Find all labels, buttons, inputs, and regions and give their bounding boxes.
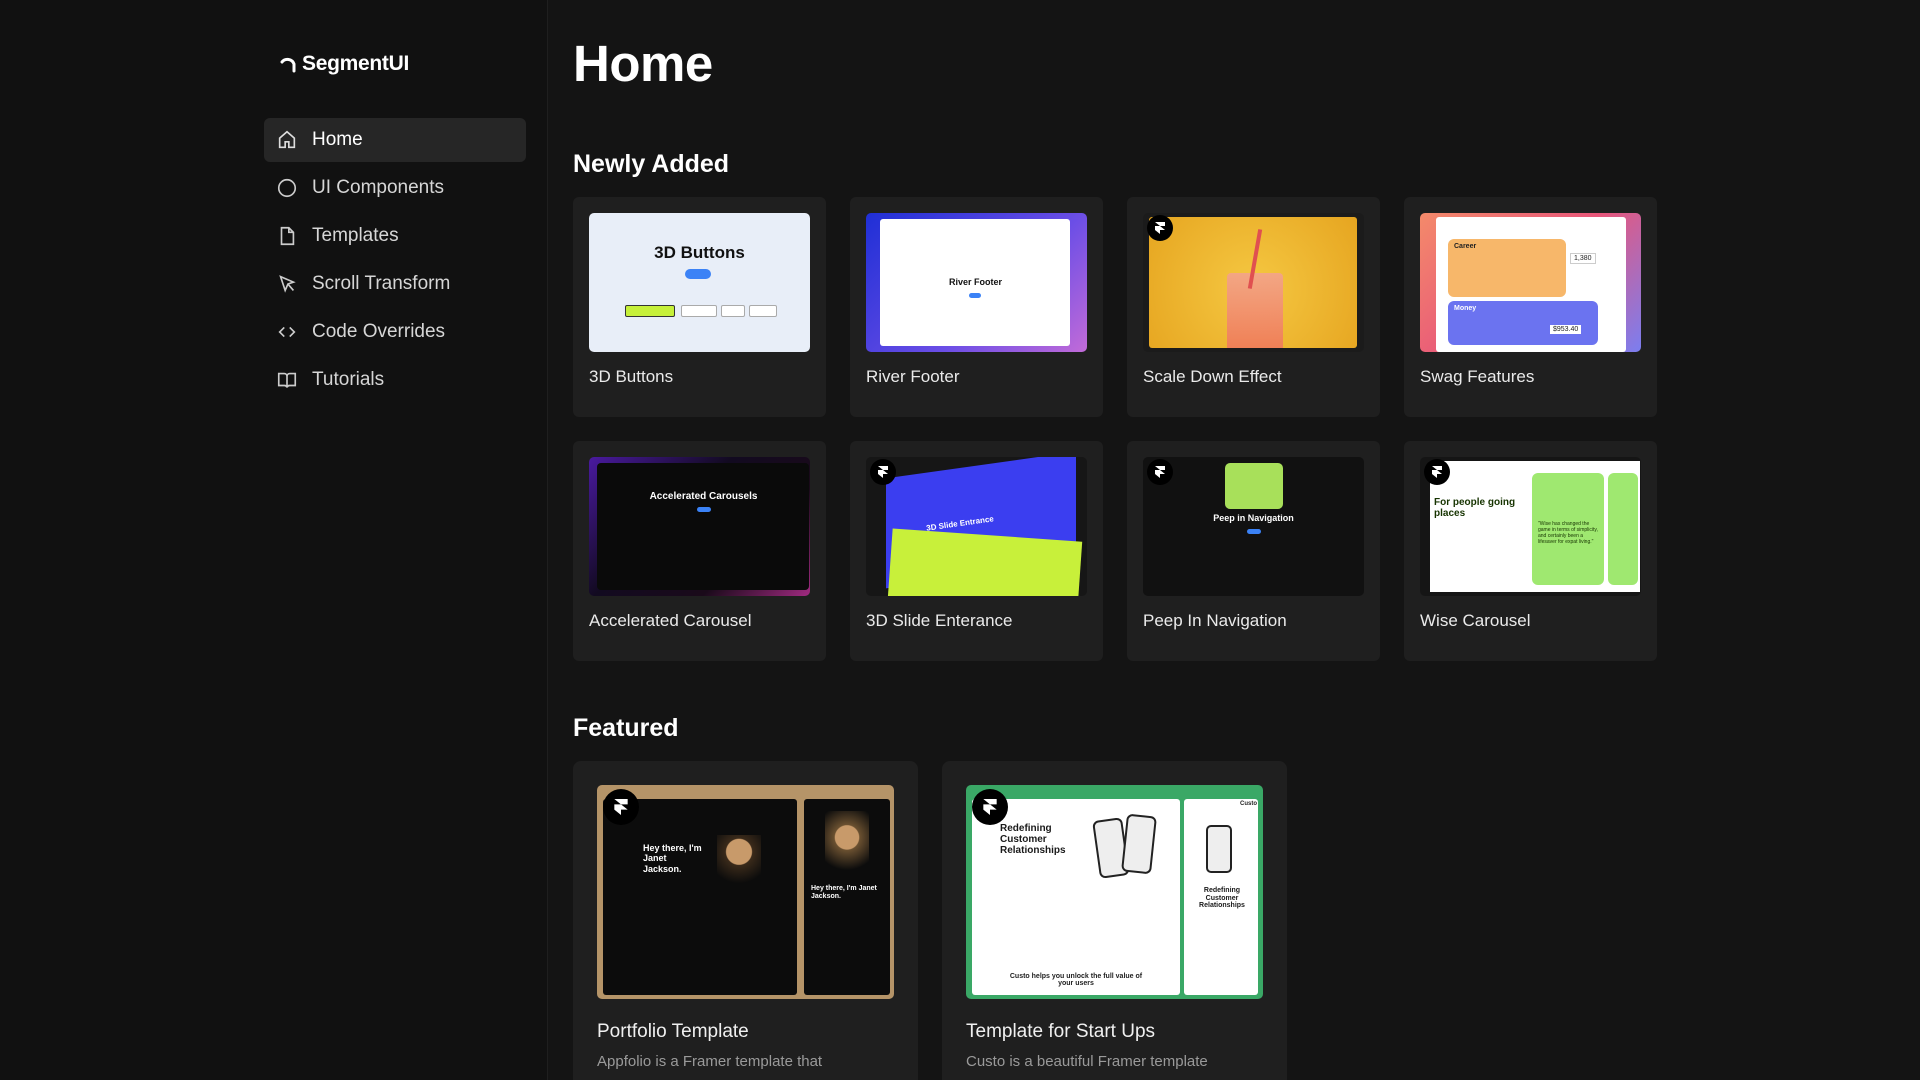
sidebar-item-home[interactable]: Home <box>264 118 526 162</box>
thumb-brand: Custo <box>1240 801 1257 807</box>
page-title: Home <box>573 35 713 92</box>
featured-card-startups[interactable]: Redefining Customer Relationships Custo … <box>942 761 1287 1080</box>
thumb-menu <box>1225 463 1283 509</box>
featured-title: Template for Start Ups <box>966 1021 1156 1042</box>
featured-title: Portfolio Template <box>597 1021 749 1042</box>
card-label: Wise Carousel <box>1420 611 1531 630</box>
book-icon <box>277 372 297 388</box>
thumb-button <box>721 305 745 317</box>
sidebar-item-code-overrides[interactable]: Code Overrides <box>264 310 526 354</box>
card-label: 3D Buttons <box>589 367 674 386</box>
newly-added-heading: Newly Added <box>573 150 730 178</box>
thumb-quote-card <box>1608 473 1638 585</box>
file-icon <box>280 226 295 246</box>
framer-icon <box>972 789 1008 825</box>
sidebar-item-ui-components[interactable]: UI Components <box>264 166 526 210</box>
thumb-text: Money <box>1454 305 1477 312</box>
card-thumbnail <box>1143 213 1364 352</box>
card-label: Scale Down Effect <box>1143 367 1282 386</box>
thumb-page <box>597 463 809 590</box>
thumb-title: For people going places <box>1434 497 1516 519</box>
thumb-title: Hey there, I'm Janet Jackson. <box>811 885 877 901</box>
thumb-text: 1,380 <box>1570 253 1596 264</box>
cursor-icon <box>279 275 296 293</box>
sidebar-item-label: Tutorials <box>312 369 385 390</box>
thumb-button <box>749 305 777 317</box>
app-logo[interactable]: SegmentUI <box>278 52 409 76</box>
card-thumbnail: 3D Buttons <box>589 213 810 352</box>
sidebar-item-label: Code Overrides <box>312 321 446 342</box>
thumb-portrait <box>717 835 761 891</box>
card-thumbnail: Peep in Navigation <box>1143 457 1364 596</box>
card-thumbnail: Accelerated Carousels <box>589 457 810 596</box>
card-swag-features[interactable]: Career 1,380 Money $953.40 Swag Features <box>1404 197 1657 417</box>
thumb-portrait <box>825 811 869 877</box>
sidebar-item-label: UI Components <box>312 177 445 198</box>
logo-arc-icon <box>280 57 296 73</box>
thumb-phone <box>1121 813 1157 875</box>
thumb-subtitle: Custo helps you unlock the full value of… <box>1009 973 1143 987</box>
framer-icon <box>603 789 639 825</box>
thumb-page <box>603 799 797 995</box>
thumb-glass <box>1227 273 1283 348</box>
card-thumbnail: 3D Slide Entrance <box>866 457 1087 596</box>
thumb-title: Peep in Navigation <box>1213 513 1294 523</box>
card-river-footer[interactable]: River Footer River Footer <box>850 197 1103 417</box>
card-label: Accelerated Carousel <box>589 611 752 630</box>
sidebar-item-label: Scroll Transform <box>312 273 451 294</box>
featured-card-portfolio[interactable]: Hey there, I'm Janet Jackson. Hey there,… <box>573 761 918 1080</box>
thumb-pill <box>969 293 981 298</box>
thumb-text: Career <box>1454 243 1477 250</box>
thumb-title: Hey there, I'm Janet Jackson. <box>643 843 702 874</box>
sidebar-item-label: Home <box>312 129 363 150</box>
featured-description: Custo is a beautiful Framer template <box>966 1053 1208 1070</box>
thumb-quote: "Wise has changed the game in terms of s… <box>1532 473 1604 585</box>
circle-icon <box>277 178 297 198</box>
thumb-pill <box>1247 529 1261 534</box>
card-wise-carousel[interactable]: For people going places "Wise has change… <box>1404 441 1657 661</box>
featured-description: Appfolio is a Framer template that <box>597 1053 823 1070</box>
card-thumbnail: Career 1,380 Money $953.40 <box>1420 213 1641 352</box>
code-icon <box>278 326 296 338</box>
thumb-title: Accelerated Carousels <box>649 491 758 502</box>
sidebar-item-label: Templates <box>312 225 399 246</box>
card-scale-down-effect[interactable]: Scale Down Effect <box>1127 197 1380 417</box>
framer-icon <box>1424 459 1450 485</box>
card-label: 3D Slide Enterance <box>866 611 1013 630</box>
sidebar-item-scroll-transform[interactable]: Scroll Transform <box>264 262 526 306</box>
framer-icon <box>1147 215 1173 241</box>
thumb-title: Redefining Customer Relationships <box>1199 887 1245 910</box>
card-3d-slide-enterance[interactable]: 3D Slide Entrance 3D Slide Enterance <box>850 441 1103 661</box>
featured-heading: Featured <box>573 714 679 742</box>
card-label: River Footer <box>866 367 960 386</box>
home-icon <box>278 130 296 149</box>
thumb-button <box>681 305 717 317</box>
app-name: SegmentUI <box>302 52 409 75</box>
featured-thumbnail: Hey there, I'm Janet Jackson. Hey there,… <box>597 785 894 999</box>
sidebar: SegmentUI Home UI Components Templates S… <box>0 0 548 1080</box>
framer-icon <box>1147 459 1173 485</box>
card-label: Peep In Navigation <box>1143 611 1287 630</box>
framer-icon <box>870 459 896 485</box>
thumb-text: $953.40 <box>1550 325 1582 334</box>
card-3d-buttons[interactable]: 3D Buttons 3D Buttons <box>573 197 826 417</box>
card-accelerated-carousel[interactable]: Accelerated Carousels Accelerated Carous… <box>573 441 826 661</box>
card-thumbnail: For people going places "Wise has change… <box>1420 457 1641 596</box>
thumb-button <box>625 305 675 317</box>
thumb-pill <box>685 269 711 279</box>
featured-thumbnail: Redefining Customer Relationships Custo … <box>966 785 1263 999</box>
card-label: Swag Features <box>1420 367 1535 386</box>
thumb-title: River Footer <box>948 277 1002 287</box>
sidebar-nav: Home UI Components Templates Scroll Tran… <box>264 118 526 406</box>
thumb-phone <box>1206 825 1232 873</box>
thumb-title: Redefining Customer Relationships <box>1000 823 1066 856</box>
sidebar-item-templates[interactable]: Templates <box>264 214 526 258</box>
sidebar-item-tutorials[interactable]: Tutorials <box>264 358 526 402</box>
card-peep-in-navigation[interactable]: Peep in Navigation Peep In Navigation <box>1127 441 1380 661</box>
thumb-title: 3D Buttons <box>654 243 745 262</box>
card-thumbnail: River Footer <box>866 213 1087 352</box>
thumb-pill <box>697 507 711 512</box>
